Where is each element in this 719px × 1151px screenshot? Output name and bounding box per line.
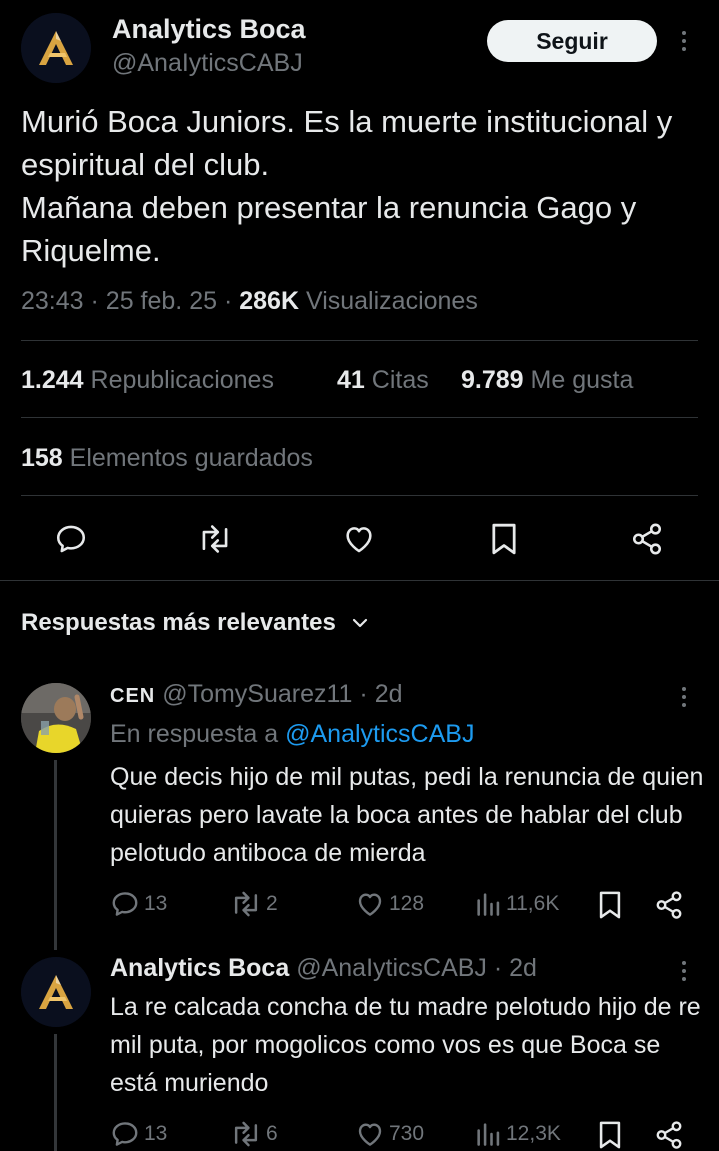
analytics-logo-icon [21,13,91,83]
tweet-text: Murió Boca Juniors. Es la muerte institu… [21,100,701,272]
reposts-stat[interactable]: 1.244 Republicaciones [21,363,274,397]
reply-avatar[interactable] [21,683,91,753]
replies-sort-dropdown[interactable]: Respuestas más relevantes [21,606,369,640]
reply-author-name[interactable]: CEN [110,685,155,707]
reposts-label: Republicaciones [90,366,274,394]
repost-icon [234,1121,258,1147]
likes-count: 9.789 [461,366,524,394]
reply-header: Analytics Boca @AnaIyticsCABJ · 2d [110,954,537,982]
follow-button[interactable]: Seguir [487,20,657,62]
bookmark-icon[interactable] [596,889,624,921]
thread-line [54,760,57,950]
views-chart-icon [477,1123,500,1146]
chevron-down-icon [352,618,367,628]
repost-count: 6 [266,1122,278,1145]
divider [21,495,698,496]
in-reply-to: En respuesta a @AnalyticsCABJ [110,717,474,751]
views-count: 12,3K [506,1122,561,1145]
views-chart-icon [477,893,500,916]
in-reply-handle-link[interactable]: @AnalyticsCABJ [285,720,474,748]
quotes-stat[interactable]: 41 Citas [337,363,429,397]
reply-like-button[interactable]: 128 [355,889,424,919]
reply-author-name[interactable]: Analytics Boca [110,954,289,982]
views-count: 286K [239,287,300,315]
like-icon [358,893,382,916]
reply-icon [112,1122,138,1146]
divider [21,340,698,341]
repost-icon [234,891,258,917]
reply-author-handle[interactable]: @AnaIyticsCABJ [296,954,487,982]
more-options-icon[interactable] [680,31,688,51]
share-icon[interactable] [654,889,684,921]
likes-stat[interactable]: 9.789 Me gusta [461,363,633,397]
quotes-count: 41 [337,366,365,394]
tweet-body: Murió Boca Juniors. Es la muerte institu… [21,104,673,268]
reply-author-handle[interactable]: @TomySuarez11 [162,680,352,708]
reply-count: 13 [144,1122,168,1145]
likes-label: Me gusta [530,366,634,394]
quotes-label: Citas [371,366,429,394]
thread-line [54,1034,57,1151]
like-count: 128 [389,892,425,915]
analytics-logo-icon [21,957,91,1027]
reply-time[interactable]: 2d [509,954,537,982]
views-count: 11,6K [506,892,560,915]
reply-views-button[interactable]: 11,6K [474,889,559,919]
like-count: 730 [389,1122,425,1145]
bookmarks-count: 158 [21,444,63,472]
reply-reply-button[interactable]: 13 [110,1119,167,1149]
reply-reply-button[interactable]: 13 [110,889,167,919]
repost-icon[interactable] [197,522,233,556]
bookmarks-label: Elementos guardados [69,444,313,472]
tweet-meta: 23:43 · 25 feb. 25 · 286K Visualizacione… [21,287,478,315]
reply-time[interactable]: 2d [375,680,403,708]
author-handle[interactable]: @AnaIyticsCABJ [112,46,303,80]
reposts-count: 1.244 [21,366,84,394]
section-divider [0,580,719,581]
divider [21,417,698,418]
in-reply-prefix: En respuesta a [110,720,279,748]
author-name[interactable]: Analytics Boca [112,12,306,46]
share-icon[interactable] [654,1119,684,1151]
reply-text: Que decis hijo de mil putas, pedi la ren… [110,763,704,867]
reply-count: 13 [144,892,168,915]
reply-avatar[interactable] [21,957,91,1027]
user-photo-icon [21,683,91,753]
more-options-icon[interactable] [680,687,688,707]
reply-views-button[interactable]: 12,3K [474,1119,561,1149]
views-label: Visualizaciones [305,287,478,315]
tweet-date[interactable]: 25 feb. 25 [106,287,217,315]
replies-sort-label: Respuestas más relevantes [21,609,336,636]
reply-repost-button[interactable]: 6 [230,1119,278,1149]
like-icon[interactable] [342,522,376,556]
reply-text: La re calcada concha de tu madre pelotud… [110,993,701,1097]
author-avatar[interactable] [21,13,91,83]
repost-count: 2 [266,892,278,915]
like-icon [358,1123,382,1146]
share-icon[interactable] [630,521,664,557]
reply-like-button[interactable]: 730 [355,1119,424,1149]
reply-repost-button[interactable]: 2 [230,889,278,919]
bookmark-icon[interactable] [596,1119,624,1151]
reply-icon[interactable] [54,522,88,556]
reply-icon [112,892,138,916]
tweet-time[interactable]: 23:43 [21,287,84,315]
bookmark-icon[interactable] [488,521,520,557]
reply-header: CEN @TomySuarez11 · 2d [110,680,403,708]
bookmarks-stat[interactable]: 158 Elementos guardados [21,441,313,475]
more-options-icon[interactable] [680,961,688,981]
